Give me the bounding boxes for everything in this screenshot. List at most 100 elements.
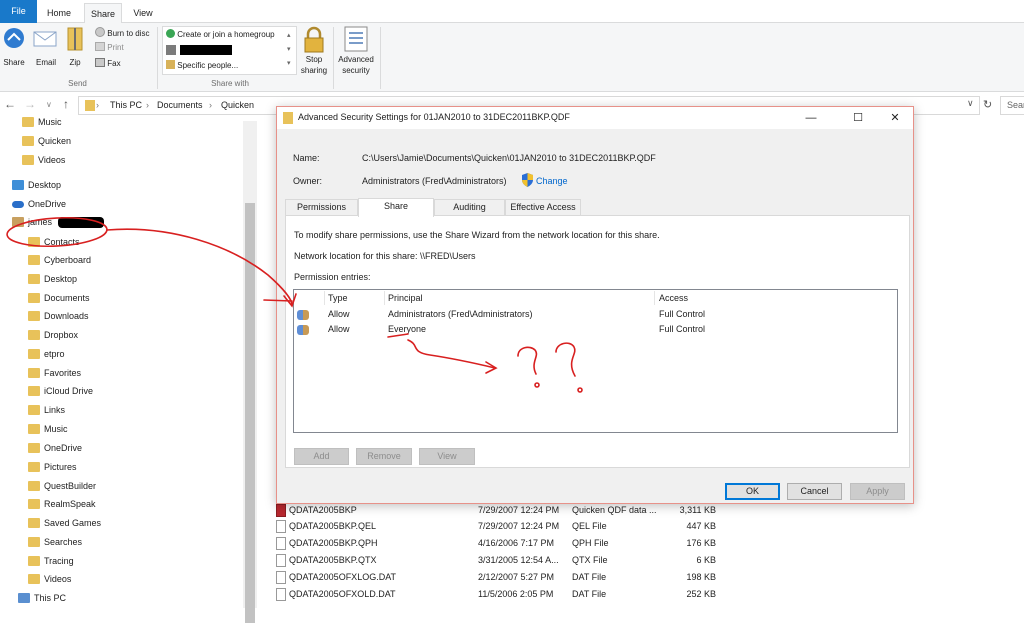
nav-item-label: Pictures	[44, 462, 77, 472]
stop-sharing-button[interactable]: Stop sharing	[299, 26, 329, 76]
maximize-icon[interactable]: ☐	[848, 110, 868, 126]
permission-entries-label: Permission entries:	[294, 272, 371, 282]
file-row[interactable]: QDATA2005BKP.QTX 3/31/2005 12:54 A... QTX …	[276, 552, 736, 569]
user-icon	[166, 45, 176, 55]
file-row[interactable]: QDATA2005BKP.QPH 4/16/2006 7:17 PM QPH Fil…	[276, 535, 736, 552]
stop-sharing-label: Stop sharing	[299, 54, 329, 76]
forward-arrow-icon[interactable]: →	[24, 97, 36, 111]
tab-auditing[interactable]: Auditing	[434, 199, 505, 216]
breadcrumb-separator: ›	[96, 100, 99, 110]
burn-to-disc-button[interactable]: Burn to disc	[95, 27, 149, 39]
file-type: QTX File	[572, 555, 608, 565]
file-name: QDATA2005OFXLOG.DAT	[289, 572, 397, 582]
cancel-button[interactable]: Cancel	[787, 483, 842, 500]
nav-item-label: Documents	[44, 293, 90, 303]
file-row[interactable]: QDATA2005OFXLOG.DAT 2/12/2007 5:27 PM DAT …	[276, 569, 736, 586]
nav-item-label: Links	[44, 405, 66, 415]
tab-view[interactable]: View	[126, 3, 160, 23]
email-label: Email	[35, 58, 56, 67]
advanced-security-line1: Advanced	[338, 55, 374, 64]
file-size: 198 KB	[686, 572, 716, 582]
folder-icon	[283, 112, 293, 124]
folder-icon	[22, 136, 34, 146]
change-owner-link[interactable]: Change	[536, 176, 568, 186]
folder-icon	[28, 386, 40, 396]
tab-home[interactable]: Home	[41, 3, 77, 23]
tab-effective-access[interactable]: Effective Access	[505, 199, 581, 216]
email-icon	[33, 31, 57, 47]
column-separator	[654, 291, 655, 305]
file-type: Quicken QDF data ...	[572, 505, 657, 515]
tab-file[interactable]: File	[0, 0, 37, 23]
zip-label: Zip	[69, 58, 81, 67]
folder-icon	[28, 518, 40, 528]
file-date: 4/16/2006 7:17 PM	[478, 538, 555, 548]
folder-icon	[28, 443, 40, 453]
tab-share[interactable]: Share	[84, 3, 122, 24]
owner-value: Administrators (Fred\Administrators)	[362, 176, 507, 186]
ok-button[interactable]: OK	[725, 483, 780, 500]
column-type[interactable]: Type	[328, 293, 348, 303]
tab-share[interactable]: Share	[358, 198, 434, 217]
column-principal[interactable]: Principal	[388, 293, 423, 303]
specific-people-item[interactable]: Specific people...	[166, 60, 238, 72]
recent-dropdown-icon[interactable]: ∨	[46, 100, 52, 109]
file-row[interactable]: QDATA2005OFXOLD.DAT 11/5/2006 2:05 PM DAT …	[276, 586, 736, 603]
file-size: 6 KB	[696, 555, 716, 565]
file-row[interactable]: QDATA2005BKP.QEL 7/29/2007 12:24 PM QEL Fi…	[276, 518, 736, 535]
close-icon[interactable]: ✕	[885, 110, 905, 126]
gallery-scroll-arrows[interactable]: ▴ ▾ ▾	[287, 29, 291, 71]
users-group-icon	[297, 325, 309, 335]
up-arrow-icon[interactable]: ↑	[63, 97, 69, 111]
print-button[interactable]: Print	[95, 42, 124, 54]
nav-item-label: Downloads	[44, 311, 89, 321]
share-with-gallery[interactable]: Create or join a homegroup Specific peop…	[162, 26, 297, 75]
lock-icon	[304, 26, 324, 53]
back-arrow-icon[interactable]: ←	[4, 97, 16, 111]
cloud-icon	[12, 201, 24, 208]
zip-button[interactable]: Zip	[64, 26, 86, 74]
email-button[interactable]: Email	[33, 26, 59, 74]
ribbon: Share Email Zip Burn to disc Print Fax S…	[0, 23, 1024, 92]
homegroup-item[interactable]: Create or join a homegroup	[166, 29, 275, 41]
uac-shield-icon	[522, 173, 533, 187]
breadcrumb-separator: ›	[209, 100, 212, 110]
search-input[interactable]: Sear	[1000, 96, 1024, 115]
homegroup-label: Create or join a homegroup	[177, 30, 275, 39]
desktop-icon	[12, 180, 24, 190]
tab-permissions[interactable]: Permissions	[285, 199, 358, 216]
nav-item-label: Music	[44, 424, 68, 434]
file-size: 447 KB	[686, 521, 716, 531]
permission-entry-row[interactable]: Allow Administrators (Fred\Administrators…	[294, 308, 897, 323]
remove-button[interactable]: Remove	[356, 448, 412, 465]
nav-item-label: Tracing	[44, 556, 74, 566]
minimize-icon[interactable]: —	[801, 110, 821, 126]
file-row[interactable]: QDATA2005BKP 7/29/2007 12:24 PM Quicken QD…	[276, 502, 736, 519]
breadcrumb-documents[interactable]: Documents	[157, 100, 203, 110]
ribbon-separator	[333, 27, 334, 89]
address-dropdown-icon[interactable]: ∨	[967, 98, 974, 109]
breadcrumb-quicken[interactable]: Quicken	[221, 100, 254, 110]
add-button[interactable]: Add	[294, 448, 349, 465]
stop-sharing-line2: sharing	[300, 66, 328, 75]
permission-entry-row[interactable]: Allow Everyone Full Control	[294, 323, 897, 338]
nav-item-label: OneDrive	[28, 199, 67, 209]
owner-label: Owner:	[293, 176, 323, 186]
ribbon-tab-bar: File Home Share View	[0, 0, 1024, 24]
apply-button[interactable]: Apply	[850, 483, 905, 500]
share-button[interactable]: Share	[2, 26, 26, 74]
column-access[interactable]: Access	[659, 293, 688, 303]
stop-sharing-line1: Stop	[305, 55, 323, 64]
nav-scrollbar-thumb[interactable]	[245, 203, 255, 623]
nav-item-label: james	[28, 217, 53, 227]
fax-button[interactable]: Fax	[95, 58, 121, 70]
advanced-security-button[interactable]: Advanced security	[336, 26, 376, 76]
breadcrumb-this-pc[interactable]: This PC	[110, 100, 142, 110]
nav-item-label: Videos	[44, 574, 72, 584]
permission-entries-list[interactable]: Type Principal Access Allow Administrator…	[293, 289, 898, 433]
file-name: QDATA2005BKP.QTX	[289, 555, 377, 565]
file-icon	[276, 571, 286, 584]
view-button[interactable]: View	[419, 448, 475, 465]
file-date: 11/5/2006 2:05 PM	[478, 589, 554, 599]
refresh-icon[interactable]: ↻	[983, 98, 992, 111]
